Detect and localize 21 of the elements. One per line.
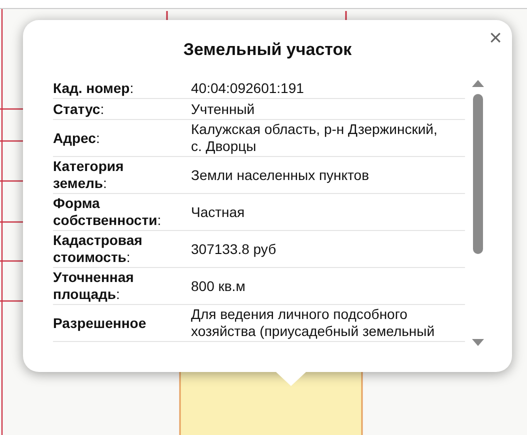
field-label: Кадастровая стоимость: [53, 231, 144, 267]
field-value: 800 кв.м [191, 276, 246, 296]
field-label: Кад. номер: [53, 78, 135, 98]
field-label: Разрешенное [53, 314, 148, 332]
scroll-up-icon[interactable] [471, 78, 485, 88]
field-label: Форма собственности: [53, 194, 162, 230]
field-value: Частная [191, 202, 246, 222]
field-label: Адрес: [53, 128, 101, 148]
field-value: 307133.8 руб [191, 240, 278, 258]
field-value: Земли населенных пунктов [191, 166, 370, 184]
field-value: Калужская область, р-н Дзержинский, с. Дворцы [191, 120, 438, 156]
field-value: 40:04:092601:191 [191, 78, 305, 98]
scroll-down-icon[interactable] [471, 338, 485, 348]
scrollbar-thumb[interactable] [473, 94, 483, 254]
field-value: Учтенный [191, 100, 256, 118]
field-label: Статус: [53, 100, 106, 118]
field-label: Уточненная площадь: [53, 268, 135, 304]
popup-title: Земельный участок [182, 40, 353, 60]
close-button[interactable]: × [487, 28, 504, 48]
field-value: Для ведения личного подсобного хозяйства (приусадебный земельный [191, 305, 436, 341]
field-label: Категория земель: [53, 157, 125, 193]
